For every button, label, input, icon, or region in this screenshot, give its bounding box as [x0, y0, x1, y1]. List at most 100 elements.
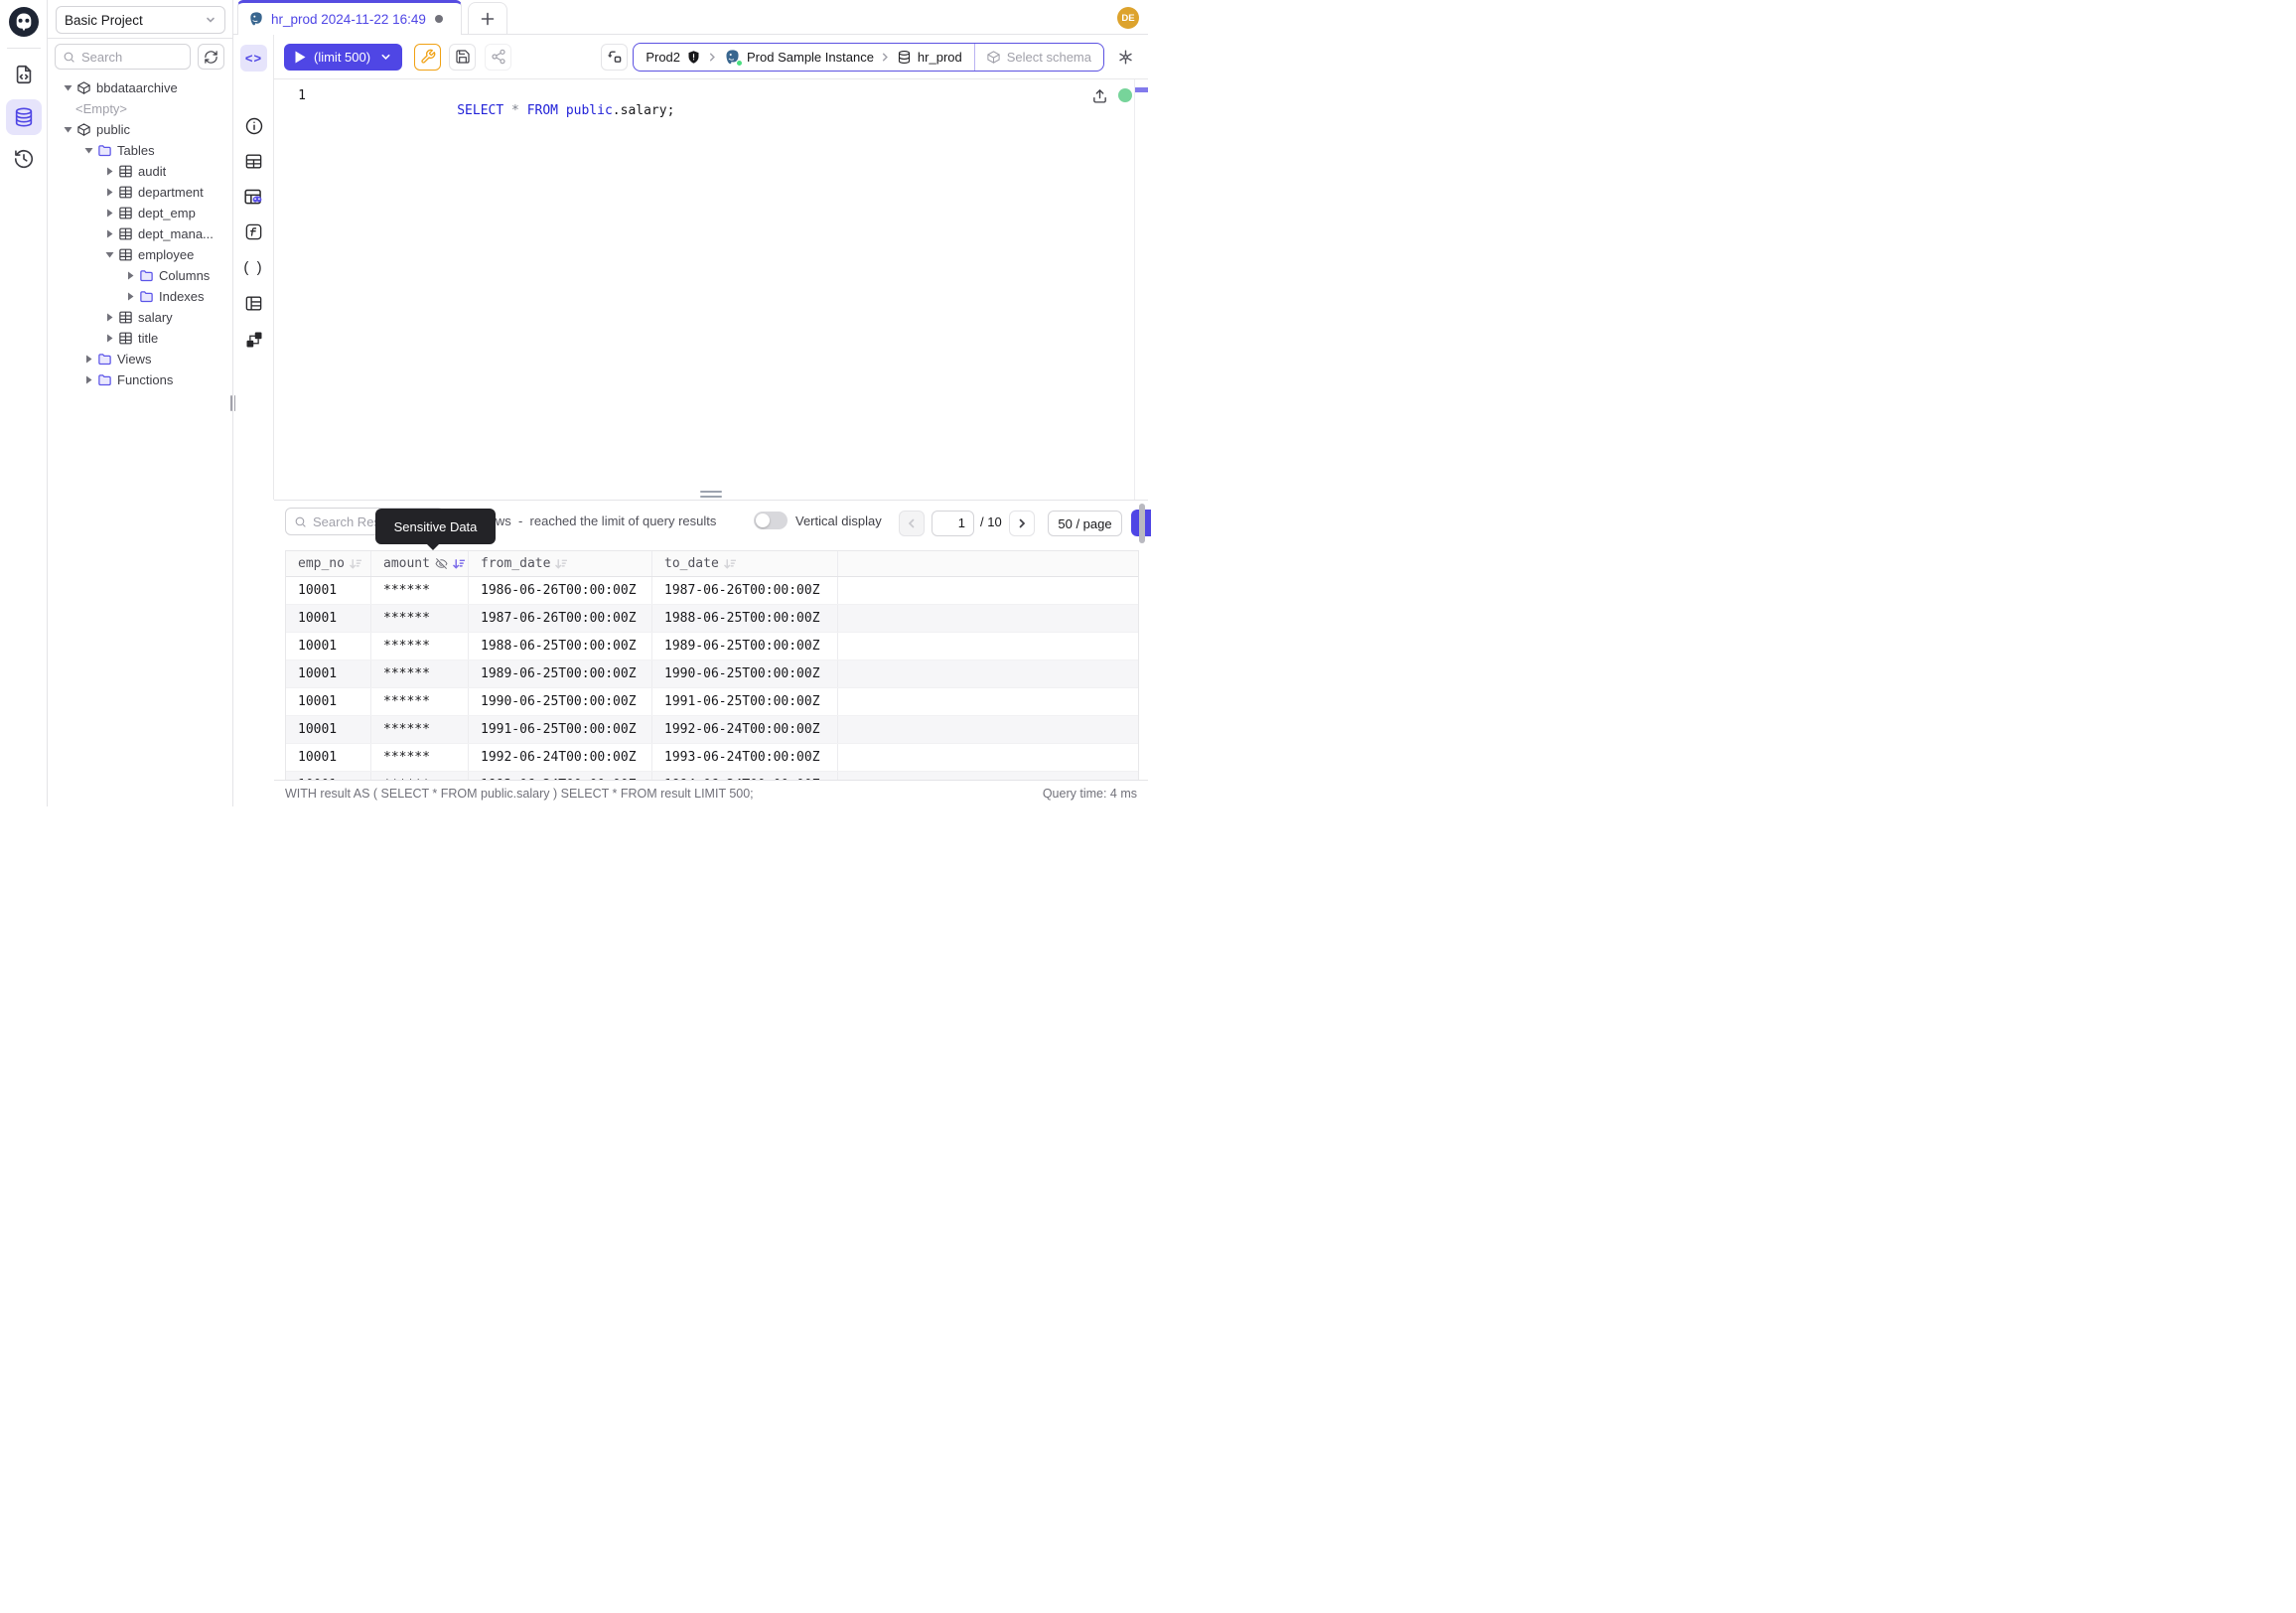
page-size-select[interactable]: 50 / page [1048, 511, 1122, 536]
tree-item-employee[interactable]: employee [48, 244, 232, 265]
caret-down-icon[interactable] [101, 247, 117, 263]
table-row[interactable]: 10001******1992-06-24T00:00:00Z1993-06-2… [286, 744, 1138, 772]
gutter-parentheses-button[interactable]: ( ) [243, 257, 264, 278]
caret-right-icon[interactable] [101, 185, 117, 201]
tree-search-input[interactable]: Search [55, 44, 191, 70]
cell[interactable]: 1991-06-25T00:00:00Z [469, 716, 652, 743]
caret-down-icon[interactable] [60, 122, 75, 138]
column-header-emp_no[interactable]: emp_no [286, 551, 371, 576]
tree-item-columns[interactable]: Columns [48, 265, 232, 286]
sort-icon[interactable] [350, 558, 361, 570]
caret-down-icon[interactable] [80, 143, 96, 159]
cell[interactable]: 1988-06-25T00:00:00Z [652, 605, 838, 632]
worksheet-tab[interactable]: hr_prod 2024-11-22 16:49 [237, 0, 462, 35]
caret-right-icon[interactable] [122, 289, 138, 305]
upload-sheet-button[interactable] [1091, 87, 1108, 104]
table-row[interactable]: 10001******1988-06-25T00:00:00Z1989-06-2… [286, 633, 1138, 660]
tree-item-dept-emp[interactable]: dept_emp [48, 203, 232, 223]
caret-right-icon[interactable] [122, 268, 138, 284]
cell[interactable]: 1987-06-26T00:00:00Z [469, 605, 652, 632]
results-scrollbar-thumb[interactable] [1139, 504, 1145, 543]
tree-item-bbdataarchive[interactable]: bbdataarchive [48, 77, 232, 98]
project-select[interactable]: Basic Project [56, 6, 225, 34]
bytebase-logo-icon[interactable] [8, 6, 40, 38]
gutter-schema-diagram-button[interactable] [243, 329, 264, 350]
caret-right-icon[interactable] [101, 226, 117, 242]
caret-right-icon[interactable] [101, 331, 117, 347]
table-row[interactable]: 10001******1990-06-25T00:00:00Z1991-06-2… [286, 688, 1138, 716]
table-row[interactable]: 10001******1986-06-26T00:00:00Z1987-06-2… [286, 577, 1138, 605]
caret-right-icon[interactable] [101, 310, 117, 326]
gutter-table-button[interactable] [243, 151, 264, 172]
rail-history-button[interactable] [6, 141, 42, 177]
cell[interactable]: 10001 [286, 633, 371, 660]
rail-database-button[interactable] [6, 99, 42, 135]
code-view-toggle[interactable]: <> [240, 45, 267, 72]
next-page-button[interactable] [1009, 511, 1035, 536]
cell[interactable]: ****** [371, 605, 469, 632]
gutter-function-button[interactable] [243, 221, 264, 242]
cell[interactable]: 1987-06-26T00:00:00Z [652, 577, 838, 604]
run-query-button[interactable]: (limit 500) [284, 44, 402, 71]
tree-item-salary[interactable]: salary [48, 307, 232, 328]
cell[interactable]: 1986-06-26T00:00:00Z [469, 577, 652, 604]
column-header-to_date[interactable]: to_date [652, 551, 838, 576]
sort-icon[interactable] [453, 558, 465, 570]
caret-right-icon[interactable] [80, 352, 96, 367]
tree-item-department[interactable]: department [48, 182, 232, 203]
tree-item--empty-[interactable]: <Empty> [48, 98, 232, 119]
caret-right-icon[interactable] [80, 372, 96, 388]
cell[interactable]: 1989-06-25T00:00:00Z [469, 660, 652, 687]
cell[interactable]: ****** [371, 744, 469, 771]
panel-drag-handle[interactable] [700, 491, 722, 501]
gutter-masked-data-button[interactable] [243, 187, 264, 208]
cell[interactable]: 1991-06-25T00:00:00Z [652, 688, 838, 715]
cell[interactable]: 1992-06-24T00:00:00Z [469, 744, 652, 771]
cell[interactable]: 1988-06-25T00:00:00Z [469, 633, 652, 660]
column-header-from_date[interactable]: from_date [469, 551, 652, 576]
save-button[interactable] [449, 44, 476, 71]
ai-assistant-button[interactable] [1116, 48, 1135, 67]
tree-item-title[interactable]: title [48, 328, 232, 349]
table-row[interactable]: 10001******1991-06-25T00:00:00Z1992-06-2… [286, 716, 1138, 744]
sort-icon[interactable] [724, 558, 736, 570]
gutter-rows-button[interactable] [243, 293, 264, 314]
tree-item-functions[interactable]: Functions [48, 369, 232, 390]
cell[interactable]: 1990-06-25T00:00:00Z [652, 660, 838, 687]
tree-item-audit[interactable]: audit [48, 161, 232, 182]
cell[interactable]: 10001 [286, 605, 371, 632]
gutter-info-button[interactable] [243, 115, 264, 136]
connection-link-button[interactable] [601, 44, 628, 71]
page-number-input[interactable]: 1 [932, 511, 974, 536]
cell[interactable]: ****** [371, 660, 469, 687]
sql-editor[interactable]: 1 SELECT * FROM public.salary; [274, 79, 1148, 500]
cell[interactable]: 1990-06-25T00:00:00Z [469, 688, 652, 715]
vertical-display-toggle[interactable] [754, 512, 788, 529]
tree-item-public[interactable]: public [48, 119, 232, 140]
share-button[interactable] [485, 44, 511, 71]
new-tab-button[interactable] [468, 2, 507, 35]
cell[interactable]: 10001 [286, 688, 371, 715]
sort-icon[interactable] [555, 558, 567, 570]
column-header-amount[interactable]: amount [371, 551, 469, 576]
cell[interactable]: 1992-06-24T00:00:00Z [652, 716, 838, 743]
caret-right-icon[interactable] [101, 206, 117, 221]
cell[interactable]: 1989-06-25T00:00:00Z [652, 633, 838, 660]
prev-page-button[interactable] [899, 511, 925, 536]
tree-item-dept-mana-[interactable]: dept_mana... [48, 223, 232, 244]
format-sql-button[interactable] [414, 44, 441, 71]
cell[interactable]: ****** [371, 688, 469, 715]
cell[interactable]: ****** [371, 716, 469, 743]
rail-worksheet-button[interactable] [6, 57, 42, 92]
tree-item-indexes[interactable]: Indexes [48, 286, 232, 307]
cell[interactable]: ****** [371, 577, 469, 604]
table-row[interactable]: 10001******1989-06-25T00:00:00Z1990-06-2… [286, 660, 1138, 688]
connection-context-button[interactable]: Prod2 Prod Sample Instance [634, 44, 973, 71]
table-row[interactable]: 10001******1987-06-26T00:00:00Z1988-06-2… [286, 605, 1138, 633]
cell[interactable]: ****** [371, 633, 469, 660]
user-avatar[interactable]: DE [1117, 7, 1139, 29]
cell[interactable]: 10001 [286, 744, 371, 771]
cell[interactable]: 10001 [286, 660, 371, 687]
cell[interactable]: 1993-06-24T00:00:00Z [652, 744, 838, 771]
refresh-schema-button[interactable] [198, 44, 224, 70]
